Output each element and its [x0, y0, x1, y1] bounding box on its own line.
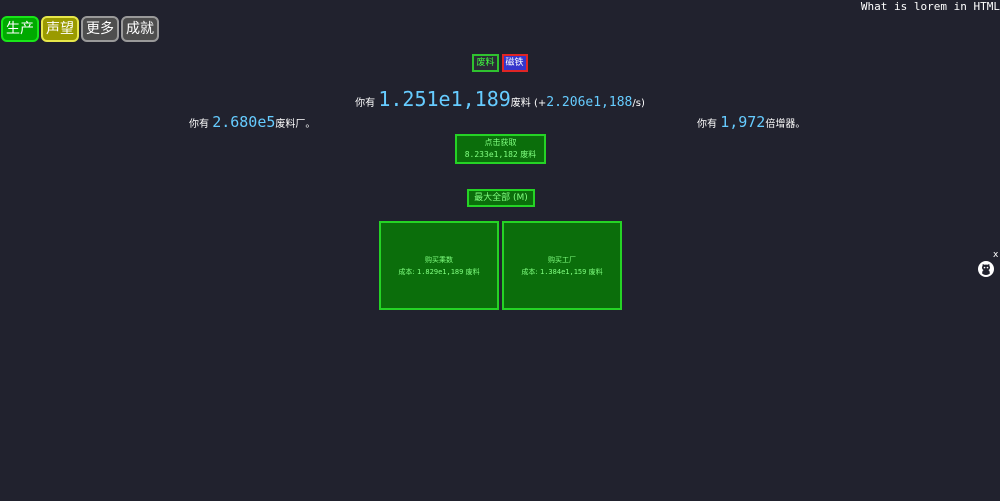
- collect-unit: 废料: [520, 150, 537, 159]
- multiplier-suffix: 倍增器。: [765, 119, 806, 130]
- buy-factory-cost-label: 成本:: [521, 267, 538, 276]
- main-tabs: 生产 声望 更多 成就: [1, 16, 159, 42]
- buy-multiplier-cost-line: 成本: 1.829e1,189 废料: [398, 266, 479, 278]
- close-icon[interactable]: x: [993, 250, 998, 260]
- game-screen: 生产 声望 更多 成就 What is lorem in HTML 废料 磁铁 …: [0, 0, 1000, 501]
- buy-factory-cost: 1.384e1,159: [540, 267, 587, 276]
- scrap-prefix: 你有: [355, 98, 376, 109]
- tab-more[interactable]: 更多: [81, 16, 119, 42]
- github-icon[interactable]: [978, 261, 994, 277]
- buy-multiplier-button[interactable]: 购买乘数 成本: 1.829e1,189 废料: [379, 221, 499, 310]
- multiplier-prefix: 你有: [697, 119, 717, 130]
- collect-amount-line: 8.233e1,182 废料: [457, 149, 544, 161]
- scrap-unit: 废料: [510, 98, 531, 109]
- buy-multiplier-title: 购买乘数: [425, 255, 453, 264]
- top-right-text: What is lorem in HTML: [860, 0, 1000, 13]
- tab-achievements[interactable]: 成就: [121, 16, 159, 42]
- buy-multiplier-cost-label: 成本:: [398, 267, 415, 276]
- scrap-rate: 2.206e1,188: [546, 95, 633, 110]
- scrap-amount-line: 你有 1.251e1,189废料 (+2.206e1,188/s): [0, 87, 1000, 111]
- buy-multiplier-cost: 1.829e1,189: [417, 267, 464, 276]
- multiplier-count-line: 你有 1,972倍增器。: [697, 113, 805, 131]
- tab-production[interactable]: 生产: [1, 16, 39, 42]
- buy-factory-button[interactable]: 购买工厂 成本: 1.384e1,159 废料: [502, 221, 622, 310]
- collect-label: 点击获取: [484, 138, 517, 147]
- buy-factory-cost-line: 成本: 1.384e1,159 废料: [521, 266, 602, 278]
- subtab-magnet[interactable]: 磁铁: [501, 54, 528, 72]
- collect-scrap-button[interactable]: 点击获取 8.233e1,182 废料: [455, 134, 546, 164]
- factory-count-line: 你有 2.680e5废料厂。: [189, 113, 315, 131]
- tab-prestige[interactable]: 声望: [41, 16, 79, 42]
- scrap-rate-open: (+: [533, 98, 547, 109]
- buy-factory-unit: 废料: [588, 267, 603, 276]
- subtab-scrap[interactable]: 废料: [472, 54, 499, 72]
- multiplier-count: 1,972: [720, 113, 766, 131]
- factory-prefix: 你有: [189, 119, 209, 130]
- factory-suffix: 废料厂。: [275, 119, 316, 130]
- buy-factory-title: 购买工厂: [548, 255, 576, 264]
- buy-multiplier-unit: 废料: [465, 267, 480, 276]
- max-all-button[interactable]: 最大全部 (M): [467, 189, 535, 207]
- sub-tabs: 废料 磁铁: [0, 54, 1000, 72]
- collect-amount: 8.233e1,182: [464, 150, 518, 159]
- factory-count: 2.680e5: [212, 113, 276, 131]
- scrap-amount: 1.251e1,189: [378, 87, 511, 111]
- scrap-rate-close: /s): [632, 98, 645, 109]
